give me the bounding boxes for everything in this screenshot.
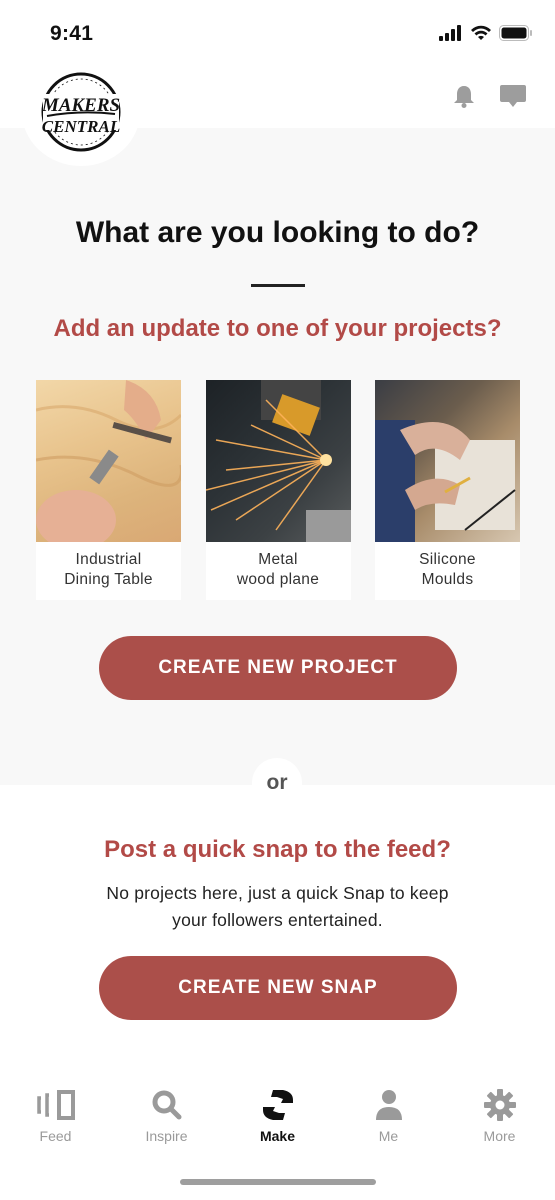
battery-icon (499, 25, 533, 46)
snap-description: No projects here, just a quick Snap to k… (0, 880, 555, 934)
wifi-icon (470, 25, 492, 46)
tab-label: Me (378, 1128, 399, 1144)
header-actions (451, 84, 527, 108)
tab-more[interactable]: More (444, 1085, 555, 1155)
tab-feed[interactable]: Feed (0, 1085, 111, 1155)
tab-label: Feed (39, 1128, 72, 1144)
person-icon (374, 1085, 404, 1125)
gear-icon (483, 1085, 516, 1125)
project-list: Industrial Dining Table Metal wood plane (36, 380, 520, 600)
logo-text-bottom: CENTRAL (42, 117, 120, 136)
chat-icon[interactable] (499, 84, 527, 108)
create-new-snap-button[interactable]: CREATE NEW SNAP (99, 956, 457, 1020)
tab-label: Inspire (145, 1128, 188, 1144)
tab-make[interactable]: Make (222, 1085, 333, 1155)
project-image-workbench-drawing (375, 380, 520, 542)
signal-icon (439, 25, 463, 46)
tab-me[interactable]: Me (333, 1085, 444, 1155)
make-hands-icon (259, 1085, 297, 1125)
tab-inspire[interactable]: Inspire (111, 1085, 222, 1155)
snap-prompt: Post a quick snap to the feed? (104, 836, 451, 863)
feed-icon (35, 1085, 77, 1125)
project-name: Metal wood plane (236, 551, 320, 588)
tab-bar: Feed Inspire Make Me More (0, 1085, 555, 1155)
create-new-project-button[interactable]: CREATE NEW PROJECT (99, 636, 457, 700)
title-divider (251, 284, 305, 287)
project-name: Silicone Moulds (419, 551, 476, 588)
snap-description-text: No projects here, just a quick Snap to k… (106, 883, 449, 930)
project-name: Industrial Dining Table (64, 551, 153, 588)
project-image-grinding-sparks (205, 380, 351, 542)
bell-icon[interactable] (451, 84, 477, 108)
page-title: What are you looking to do? (75, 216, 480, 249)
home-indicator[interactable] (180, 1179, 376, 1185)
project-card[interactable]: Industrial Dining Table (36, 380, 181, 600)
tab-label: Make (259, 1128, 296, 1144)
status-icons (439, 25, 533, 46)
project-image-wood-carving (36, 380, 181, 542)
project-card[interactable]: Metal wood plane (205, 380, 351, 600)
status-time: 9:41 (50, 22, 94, 45)
project-card[interactable]: Silicone Moulds (375, 380, 520, 600)
search-icon (151, 1085, 183, 1125)
makers-central-logo[interactable]: MAKERS CENTRAL (22, 58, 140, 166)
tab-label: More (483, 1128, 516, 1144)
update-prompt: Add an update to one of your projects? (53, 315, 502, 342)
or-divider: or (252, 758, 302, 808)
